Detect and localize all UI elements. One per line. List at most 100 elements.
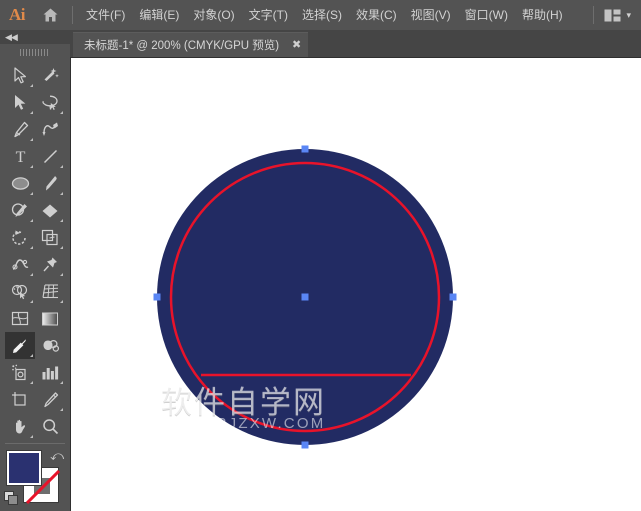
tool-flyout-corner-icon (30, 192, 33, 195)
curvature-tool[interactable] (35, 116, 65, 143)
eyedropper-icon (13, 338, 26, 353)
app-logo-icon: Ai (9, 5, 26, 24)
menu-effect[interactable]: 效果(C) (349, 0, 404, 30)
workspace-area: ▾ (587, 0, 635, 30)
direct-selection-tool[interactable] (5, 89, 35, 116)
default-fill-stroke-icon[interactable] (4, 491, 19, 506)
pen-nib-icon (13, 121, 28, 138)
symbol-sprayer-tool[interactable] (5, 359, 35, 386)
fill-stroke-controls: ⤺ (0, 447, 70, 511)
tool-flyout-corner-icon (60, 381, 63, 384)
ellipse-tool[interactable] (5, 170, 35, 197)
type-tool[interactable]: T (5, 143, 35, 170)
tool-flyout-corner-icon (30, 435, 33, 438)
tools-panel-header: ◀◀ (0, 30, 70, 44)
magic-wand-icon (44, 68, 59, 81)
perspective-grid-icon (41, 284, 58, 299)
shape-builder-tool[interactable] (5, 278, 35, 305)
menu-type[interactable]: 文字(T) (242, 0, 295, 30)
symbol-sprayer-icon (12, 364, 26, 381)
selection-tool[interactable] (5, 62, 35, 89)
artwork-svg (153, 145, 457, 449)
mesh-icon (11, 311, 29, 326)
tool-flyout-corner-icon (30, 246, 33, 249)
hand-icon (15, 419, 25, 434)
bar-chart-icon (42, 366, 59, 379)
tool-flyout-corner-icon (30, 354, 33, 357)
tool-flyout-corner-icon (30, 138, 33, 141)
toolbar-divider (5, 443, 65, 444)
pen-tool[interactable] (5, 116, 35, 143)
blend-circles-icon (43, 339, 59, 352)
selection-handle-center[interactable] (301, 293, 309, 301)
lasso-tool[interactable] (35, 89, 65, 116)
eraser-icon (42, 204, 58, 217)
menu-file[interactable]: 文件(F) (79, 0, 132, 30)
eyedropper-tool[interactable] (5, 332, 35, 359)
line-segment-tool[interactable] (35, 143, 65, 170)
tool-grid: T (0, 60, 70, 440)
swap-fill-stroke-icon[interactable]: ⤺ (50, 449, 64, 462)
menu-window[interactable]: 窗口(W) (458, 0, 515, 30)
rotate-tool[interactable] (5, 224, 35, 251)
grip-lines-icon (20, 48, 50, 56)
document-tab[interactable]: 未标题-1* @ 200% (CMYK/GPU 预览) ✖ (73, 32, 309, 57)
gradient-tool[interactable] (35, 305, 65, 332)
shaper-tool[interactable] (5, 197, 35, 224)
artboard-tool[interactable] (5, 386, 35, 413)
column-graph-tool[interactable] (35, 359, 65, 386)
gradient-bar-icon (42, 312, 58, 325)
menu-help[interactable]: 帮助(H) (515, 0, 570, 30)
workspace-switcher-button[interactable]: ▾ (600, 4, 635, 26)
canvas-area[interactable]: 软件自学网 WWW.RJZXW.COM (70, 57, 641, 511)
rotate-arrow-icon (12, 230, 26, 245)
free-transform-tool[interactable] (35, 251, 65, 278)
eraser-tool[interactable] (35, 197, 65, 224)
home-icon[interactable] (34, 0, 66, 30)
tools-panel-grip[interactable] (0, 44, 70, 60)
illustrator-window: Ai 文件(F) 编辑(E) 对象(O) 文字(T) 选择(S) 效果(C) 视… (0, 0, 641, 511)
paintbrush-tool[interactable] (35, 170, 65, 197)
ellipse-icon (11, 177, 29, 190)
direct-arrow-icon (15, 95, 26, 110)
document-tab-title: 未标题-1* @ 200% (CMYK/GPU 预览) (84, 40, 280, 52)
tool-flyout-corner-icon (30, 273, 33, 276)
slice-tool[interactable] (35, 386, 65, 413)
artboard-crop-icon (12, 392, 26, 406)
tool-flyout-corner-icon (30, 381, 33, 384)
tool-flyout-corner-icon (60, 219, 63, 222)
zoom-tool[interactable] (35, 413, 65, 440)
scale-tool[interactable] (35, 224, 65, 251)
tool-flyout-corner-icon (60, 300, 63, 303)
menu-object[interactable]: 对象(O) (186, 0, 241, 30)
paintbrush-icon (45, 176, 57, 191)
blend-tool[interactable] (35, 332, 65, 359)
chevron-down-icon: ▾ (626, 9, 631, 20)
close-icon[interactable]: ✖ (290, 39, 303, 52)
menu-edit[interactable]: 编辑(E) (132, 0, 186, 30)
magic-wand-tool[interactable] (35, 62, 65, 89)
selection-handle-right[interactable] (449, 293, 457, 301)
magnifier-icon (42, 419, 58, 435)
perspective-grid-tool[interactable] (35, 278, 65, 305)
scale-squares-icon (41, 229, 58, 246)
mesh-tool[interactable] (5, 305, 35, 332)
shaper-pencil-icon (11, 203, 27, 217)
type-T-icon: T (15, 149, 25, 165)
selection-handle-top[interactable] (301, 145, 309, 153)
menu-select[interactable]: 选择(S) (295, 0, 349, 30)
tool-flyout-corner-icon (60, 246, 63, 249)
selection-handle-left[interactable] (153, 293, 161, 301)
tool-flyout-corner-icon (30, 111, 33, 114)
menu-bar: Ai 文件(F) 编辑(E) 对象(O) 文字(T) 选择(S) 效果(C) 视… (0, 0, 641, 30)
selection-handle-bottom[interactable] (301, 441, 309, 449)
tool-flyout-corner-icon (30, 219, 33, 222)
tool-flyout-corner-icon (30, 300, 33, 303)
collapse-panel-icon[interactable]: ◀◀ (5, 32, 18, 42)
width-tool[interactable] (5, 251, 35, 278)
hand-tool[interactable] (5, 413, 35, 440)
menu-view[interactable]: 视图(V) (404, 0, 458, 30)
fill-swatch[interactable] (6, 450, 42, 486)
workspace-separator (593, 6, 595, 24)
tool-flyout-corner-icon (60, 111, 63, 114)
